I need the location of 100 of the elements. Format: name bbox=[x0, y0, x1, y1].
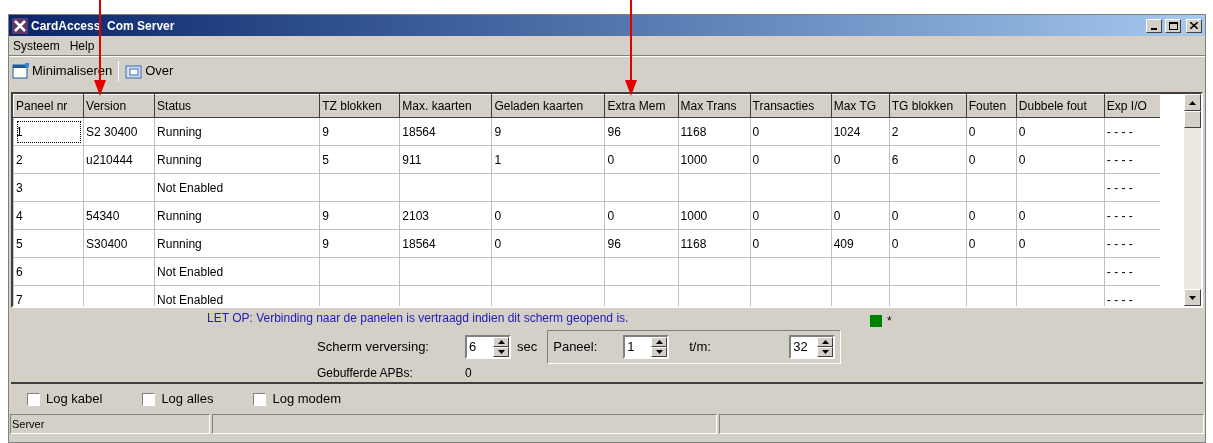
table-cell: 18564 bbox=[402, 124, 436, 139]
table-cell: 1168 bbox=[680, 236, 707, 251]
table-cell: 9 bbox=[322, 236, 329, 251]
menu-item[interactable]: Systeem bbox=[13, 36, 60, 55]
toolbar-button[interactable]: Over bbox=[125, 59, 174, 82]
up-arrow-icon bbox=[497, 340, 505, 344]
up-arrow-icon bbox=[821, 340, 829, 344]
table-cell: S30400 bbox=[86, 236, 128, 251]
table-cell: 0 bbox=[607, 152, 615, 167]
table-cell: Not Enabled bbox=[157, 264, 224, 279]
table-cell: 1168 bbox=[680, 124, 707, 139]
table-cell: 6 bbox=[16, 264, 23, 279]
minimize-button[interactable] bbox=[1146, 18, 1162, 33]
column-header[interactable]: Geladen kaarten bbox=[491, 94, 605, 118]
indicator-label: * bbox=[887, 313, 892, 330]
scrollbar[interactable] bbox=[1184, 94, 1201, 306]
checkbox[interactable] bbox=[27, 392, 40, 406]
checkbox-label[interactable]: Log kabel bbox=[46, 389, 103, 409]
table-cell: 0 bbox=[494, 208, 502, 223]
table-cell: 9 bbox=[322, 124, 329, 139]
column-header[interactable]: Max TG bbox=[831, 94, 890, 118]
spin-down-button[interactable] bbox=[651, 347, 668, 357]
table-cell: 5 bbox=[322, 152, 329, 167]
table-cell: 0 bbox=[833, 208, 841, 223]
table-cell: Running bbox=[157, 236, 202, 251]
table-cell: Running bbox=[157, 124, 202, 139]
table-cell: 0 bbox=[968, 236, 976, 251]
table-cell: 9 bbox=[322, 208, 329, 223]
table-cell: 1000 bbox=[680, 208, 708, 223]
checkbox-label[interactable]: Log alles bbox=[161, 389, 214, 409]
column-header[interactable]: Status bbox=[154, 94, 320, 118]
column-header[interactable]: Max Trans bbox=[678, 94, 751, 118]
buffered-value: 0 bbox=[465, 365, 472, 382]
table-cell: 1 bbox=[494, 152, 502, 167]
down-arrow-icon bbox=[821, 350, 829, 354]
column-header[interactable]: Version bbox=[83, 94, 155, 118]
spin-field[interactable]: 1 bbox=[623, 335, 670, 359]
spin-field[interactable]: 32 bbox=[789, 335, 836, 359]
spin-up-button[interactable] bbox=[651, 337, 668, 347]
table-cell: - - - - bbox=[1106, 264, 1133, 279]
table-cell: - - - - bbox=[1106, 208, 1133, 223]
refresh-unit: sec bbox=[517, 338, 538, 357]
column-header[interactable]: Fouten bbox=[966, 94, 1017, 118]
table-cell: 0 bbox=[752, 152, 760, 167]
table-cell: Not Enabled bbox=[157, 292, 224, 306]
up-arrow-icon bbox=[1189, 100, 1196, 105]
app-icon bbox=[12, 17, 28, 34]
maximize-icon bbox=[1168, 21, 1178, 30]
notice-text: LET OP: Verbinding naar de panelen is vertraagd indien dit scherm geopend is. bbox=[207, 310, 629, 327]
checkbox[interactable] bbox=[253, 392, 267, 406]
table-cell: - - - - bbox=[1106, 236, 1133, 251]
column-header[interactable]: Transacties bbox=[750, 94, 832, 118]
column-header[interactable]: TG blokken bbox=[889, 94, 967, 118]
spin-down-button[interactable] bbox=[817, 347, 834, 357]
menu-item[interactable]: Help bbox=[69, 36, 95, 55]
scroll-down-button[interactable] bbox=[1184, 289, 1201, 306]
table-cell: 0 bbox=[607, 208, 615, 223]
checkbox-label[interactable]: Log modem bbox=[272, 389, 342, 409]
window-icon bbox=[125, 62, 144, 79]
spin-up-button[interactable] bbox=[817, 337, 834, 347]
spin-up-button[interactable] bbox=[493, 337, 509, 347]
table-cell: 5 bbox=[16, 236, 23, 251]
column-header[interactable]: Paneel nr bbox=[13, 94, 84, 118]
table-cell: 0 bbox=[1018, 124, 1026, 139]
panel-from-label: Paneel: bbox=[553, 338, 599, 357]
up-arrow-icon bbox=[655, 340, 663, 344]
maximize-button[interactable] bbox=[1165, 18, 1181, 33]
scroll-thumb[interactable] bbox=[1184, 111, 1201, 128]
table-cell: Running bbox=[157, 208, 202, 223]
column-header[interactable]: TZ blokken bbox=[319, 94, 400, 118]
table-cell: 7 bbox=[16, 292, 23, 306]
table-cell: 54340 bbox=[86, 208, 120, 223]
window-icon bbox=[12, 62, 30, 79]
table-cell: - - - - bbox=[1106, 124, 1133, 139]
down-arrow-icon bbox=[655, 350, 663, 354]
checkbox[interactable] bbox=[142, 392, 156, 406]
table-cell: 0 bbox=[833, 152, 841, 167]
minimize-icon bbox=[1151, 27, 1157, 30]
spin-field[interactable]: 6 bbox=[465, 335, 511, 359]
table-cell: 1000 bbox=[680, 152, 708, 167]
column-header[interactable]: Dubbele fout bbox=[1016, 94, 1105, 118]
table-cell: 0 bbox=[1018, 152, 1026, 167]
column-header[interactable]: Extra Mem bbox=[604, 94, 679, 118]
table-cell: 2103 bbox=[402, 208, 429, 223]
close-button[interactable] bbox=[1186, 18, 1202, 33]
table-cell: 0 bbox=[968, 124, 976, 139]
table-cell: 0 bbox=[891, 236, 899, 251]
table-cell: 3 bbox=[16, 180, 23, 195]
table-cell: - - - - bbox=[1106, 152, 1133, 167]
spin-down-button[interactable] bbox=[493, 347, 509, 357]
table-cell: 0 bbox=[494, 236, 502, 251]
table-cell: Running bbox=[157, 152, 202, 167]
column-header[interactable]: Exp I/O bbox=[1104, 94, 1160, 118]
table-cell: 96 bbox=[607, 124, 621, 139]
table-cell: 0 bbox=[968, 208, 976, 223]
table-cell: - - - - bbox=[1106, 292, 1133, 306]
scroll-up-button[interactable] bbox=[1184, 94, 1201, 111]
column-header[interactable]: Max. kaarten bbox=[399, 94, 492, 118]
table-cell: 0 bbox=[968, 152, 976, 167]
table-cell: 1024 bbox=[833, 124, 861, 139]
